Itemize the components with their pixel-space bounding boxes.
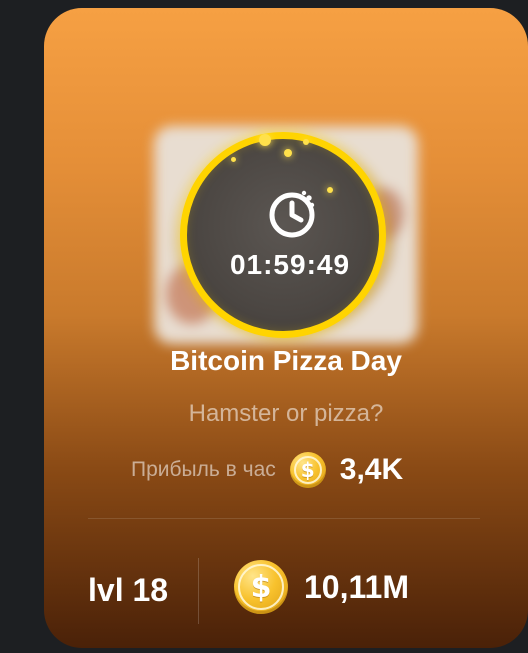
level-badge: lvl 18 bbox=[88, 572, 169, 608]
glow-particle bbox=[327, 187, 333, 193]
profit-per-hour-row: Прибыль в час $ 3,4K bbox=[131, 449, 403, 491]
task-card[interactable]: 01:59:49 Bitcoin Pizza Day Hamster or pi… bbox=[44, 8, 528, 648]
timer-icon bbox=[269, 190, 315, 238]
glow-particle bbox=[284, 149, 292, 157]
task-title: Bitcoin Pizza Day bbox=[170, 345, 402, 376]
task-subtitle: Hamster or pizza? bbox=[188, 400, 384, 427]
profit-label: Прибыль в час bbox=[131, 458, 276, 481]
footer-divider bbox=[198, 558, 199, 624]
glow-particle bbox=[259, 134, 271, 146]
glow-particle bbox=[303, 139, 309, 145]
pizza-day-artwork: 01:59:49 bbox=[154, 126, 418, 344]
glow-particle bbox=[231, 157, 236, 162]
countdown-ring: 01:59:49 bbox=[180, 132, 386, 338]
card-footer: lvl 18 $ 10,11M bbox=[44, 558, 528, 626]
balance-display: $ 10,11M bbox=[234, 560, 409, 614]
profit-value: 3,4K bbox=[339, 453, 404, 486]
balance-value: 10,11M bbox=[304, 569, 409, 605]
coin-icon: $ bbox=[289, 452, 326, 488]
countdown-timer: 01:59:49 bbox=[229, 249, 351, 280]
coin-icon: $ bbox=[234, 560, 288, 614]
section-divider bbox=[88, 518, 480, 519]
